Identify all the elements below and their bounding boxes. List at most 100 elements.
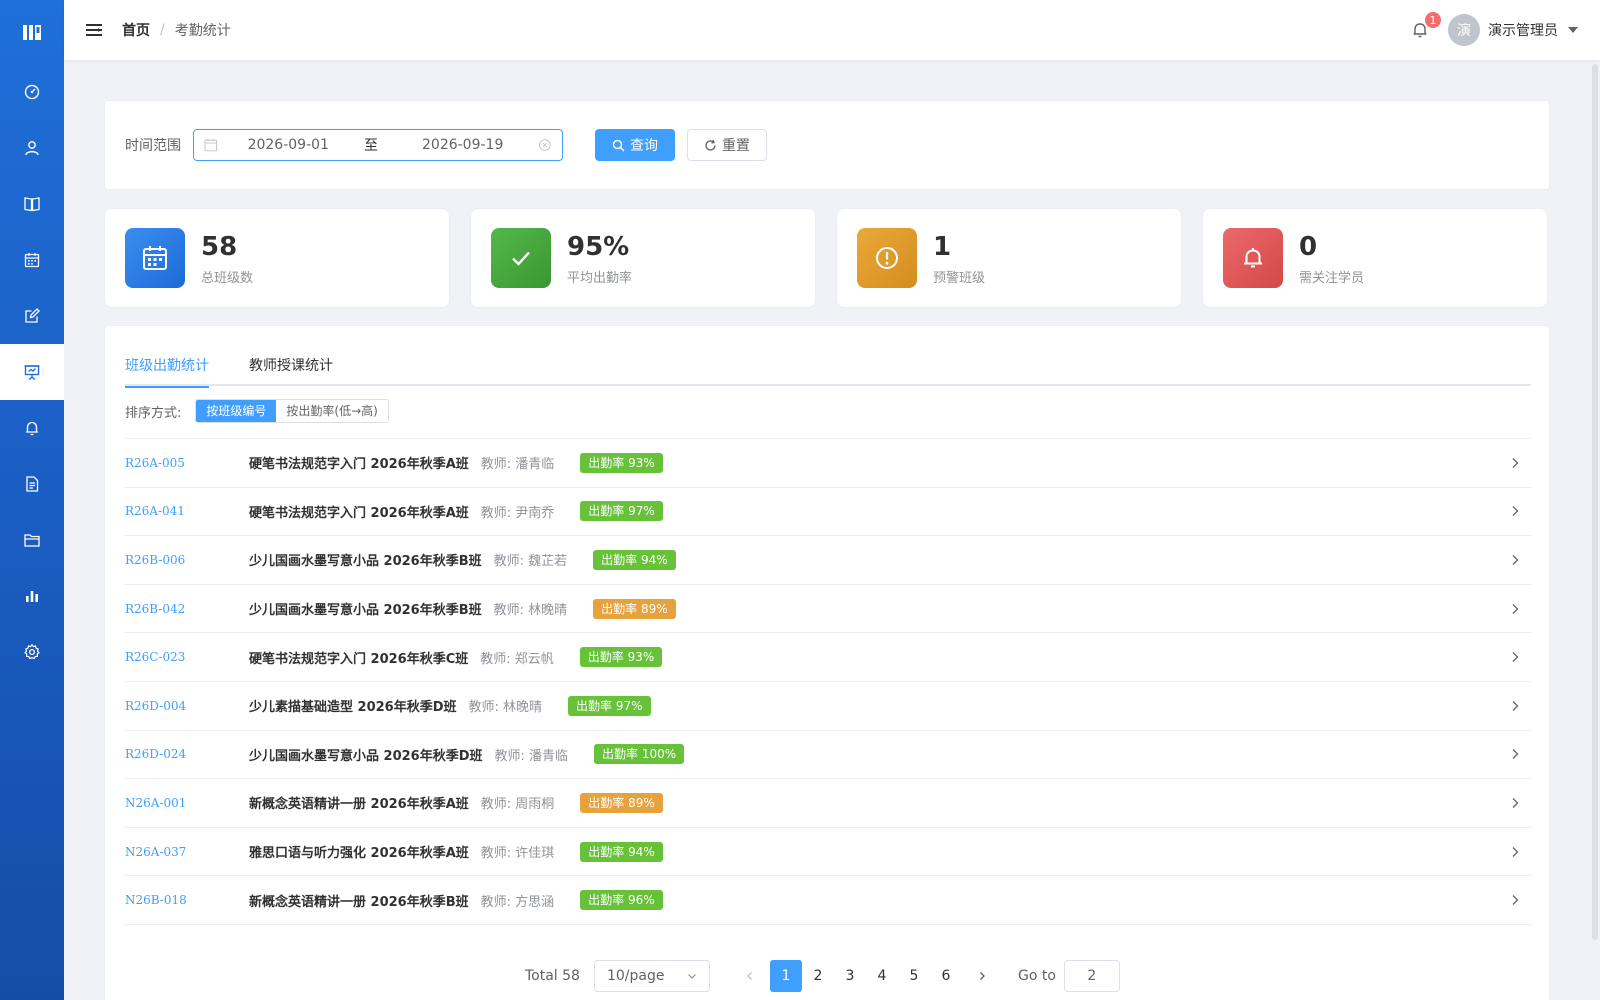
class-name: 新概念英语精讲一册 2026年秋季B班 (249, 894, 469, 910)
calendar-icon (204, 139, 218, 152)
tab-teacher-teaching[interactable]: 教师授课统计 (249, 346, 333, 386)
breadcrumb: 首页 / 考勤统计 (122, 20, 231, 40)
chevron-left-icon (747, 972, 752, 980)
sidebar-item-notifications[interactable] (0, 400, 64, 456)
tab-class-attendance[interactable]: 班级出勤统计 (125, 346, 209, 388)
clear-circle-icon[interactable] (538, 138, 552, 152)
sidebar-item-attendance[interactable] (0, 344, 64, 400)
user-menu[interactable]: 演 演示管理员 (1448, 14, 1578, 46)
class-name: 硬笔书法规范字入门 2026年秋季A班 (249, 505, 469, 521)
chevron-right-icon (1512, 506, 1519, 517)
attendance-rate-badge: 出勤率 96% (580, 890, 663, 911)
table-row[interactable]: R26A-041 硬笔书法规范字入门 2026年秋季A班 教师: 尹南乔 出勤率 97… (125, 488, 1531, 537)
sidebar-item-homework[interactable] (0, 288, 64, 344)
stat-icon-bg (857, 228, 917, 288)
next-page-button[interactable] (970, 960, 994, 992)
app-logo[interactable] (0, 0, 64, 64)
chevron-right-icon (1512, 846, 1519, 857)
class-teacher: 教师: 林晚晴 (468, 700, 543, 716)
attendance-rate-badge: 出勤率 93% (580, 452, 663, 473)
edit-icon (25, 308, 40, 323)
date-range-picker[interactable]: 2026-09-01 至 2026-09-19 (193, 129, 563, 161)
prev-page-button[interactable] (738, 960, 762, 992)
chevron-down-icon (688, 974, 696, 979)
class-code[interactable]: N26A-037 (125, 845, 249, 859)
page-number-4[interactable]: 4 (866, 960, 898, 992)
table-row[interactable]: R26B-042 少儿国画水墨写意小品 2026年秋季B班 教师: 林晚晴 出勤率 8… (125, 585, 1531, 634)
alert-icon (876, 247, 898, 269)
class-code[interactable]: R26A-041 (125, 504, 249, 518)
class-code[interactable]: R26D-004 (125, 699, 249, 713)
attendance-rate-badge: 出勤率 89% (593, 598, 676, 619)
table-row[interactable]: R26D-004 少儿素描基础造型 2026年秋季D班 教师: 林晚晴 出勤率 97% (125, 682, 1531, 731)
sidebar-item-settings[interactable] (0, 624, 64, 680)
table-row[interactable]: R26D-024 少儿国画水墨写意小品 2026年秋季D班 教师: 潘青临 出勤率 1… (125, 731, 1531, 780)
table-row[interactable]: R26C-023 硬笔书法规范字入门 2026年秋季C班 教师: 郑云帆 出勤率 93… (125, 633, 1531, 682)
pagination: Total 58 10/page 123456 Go to (525, 960, 1120, 992)
attendance-rate-badge: 出勤率 94% (593, 549, 676, 570)
sidebar-item-schedule[interactable] (0, 232, 64, 288)
class-teacher: 教师: 林晚晴 (493, 603, 568, 619)
class-code[interactable]: N26A-001 (125, 796, 249, 810)
stat-card-total-classes: 58 总班级数 (104, 208, 450, 308)
sidebar-item-reports[interactable] (0, 568, 64, 624)
sort-by-rate-button[interactable]: 按出勤率(低→高) (276, 400, 388, 422)
table-row[interactable]: N26A-001 新概念英语精讲一册 2026年秋季A班 教师: 周雨桐 出勤率 89… (125, 779, 1531, 828)
sidebar-item-users[interactable] (0, 120, 64, 176)
page-number-6[interactable]: 6 (930, 960, 962, 992)
search-button-label: 查询 (630, 138, 658, 154)
class-teacher: 教师: 周雨桐 (480, 797, 555, 813)
table-row[interactable]: N26B-018 新概念英语精讲一册 2026年秋季B班 教师: 方思涵 出勤率 96… (125, 876, 1531, 925)
start-date-input[interactable]: 2026-09-01 (248, 137, 364, 153)
document-icon (26, 476, 39, 492)
page-scrollbar[interactable] (1592, 64, 1598, 940)
class-list: R26A-005 硬笔书法规范字入门 2026年秋季A班 教师: 潘青临 出勤率 93… (125, 438, 1531, 925)
class-teacher: 教师: 方思涵 (480, 894, 555, 910)
page-number-1[interactable]: 1 (769, 960, 802, 992)
stat-label: 总班级数 (201, 270, 254, 286)
table-row[interactable]: N26A-037 雅思口语与听力强化 2026年秋季A班 教师: 许佳琪 出勤率 94… (125, 828, 1531, 877)
chevron-right-icon (1512, 895, 1519, 906)
range-separator: 至 (364, 138, 378, 154)
sort-label: 排序方式: (125, 405, 182, 421)
class-name: 新概念英语精讲一册 2026年秋季A班 (249, 797, 469, 813)
class-code[interactable]: N26B-018 (125, 893, 249, 907)
class-code[interactable]: R26B-042 (125, 602, 249, 616)
search-button[interactable]: 查询 (595, 129, 675, 161)
sidebar (0, 0, 64, 1000)
notification-button[interactable]: 1 (1410, 11, 1442, 40)
tab-bar: 班级出勤统计 教师授课统计 (125, 346, 1531, 388)
class-code[interactable]: R26C-023 (125, 650, 249, 664)
table-row[interactable]: R26B-006 少儿国画水墨写意小品 2026年秋季B班 教师: 魏芷若 出勤率 9… (125, 536, 1531, 585)
search-icon (612, 139, 625, 151)
page-size-select[interactable]: 10/page (593, 960, 710, 992)
page-number-2[interactable]: 2 (802, 960, 834, 992)
stat-icon-bg (125, 228, 185, 288)
reset-button-label: 重置 (722, 138, 750, 154)
stat-label: 需关注学员 (1299, 270, 1365, 286)
chevron-right-icon (1512, 603, 1519, 614)
goto-page-input[interactable] (1063, 960, 1120, 992)
sort-by-code-button[interactable]: 按班级编号 (196, 400, 277, 422)
class-code[interactable]: R26A-005 (125, 456, 249, 470)
sidebar-item-courses[interactable] (0, 176, 64, 232)
stat-card-attention-students: 0 需关注学员 (1202, 208, 1548, 308)
reset-button[interactable]: 重置 (687, 129, 767, 161)
sidebar-item-documents[interactable] (0, 456, 64, 512)
menu-toggle-icon[interactable] (84, 20, 104, 40)
breadcrumb-home[interactable]: 首页 (122, 20, 150, 40)
class-name: 雅思口语与听力强化 2026年秋季A班 (249, 846, 469, 862)
end-date-input[interactable]: 2026-09-19 (422, 137, 538, 153)
page-number-3[interactable]: 3 (834, 960, 866, 992)
sidebar-item-dashboard[interactable] (0, 64, 64, 120)
bell-icon (1244, 248, 1262, 268)
sidebar-item-files[interactable] (0, 512, 64, 568)
class-code[interactable]: R26B-006 (125, 553, 249, 567)
page-numbers: 123456 (769, 960, 962, 992)
attendance-rate-badge: 出勤率 97% (580, 501, 663, 522)
chevron-right-icon (1512, 700, 1519, 711)
class-code[interactable]: R26D-024 (125, 747, 249, 761)
page-number-5[interactable]: 5 (898, 960, 930, 992)
breadcrumb-current: 考勤统计 (174, 23, 231, 39)
table-row[interactable]: R26A-005 硬笔书法规范字入门 2026年秋季A班 教师: 潘青临 出勤率 93… (125, 439, 1531, 488)
